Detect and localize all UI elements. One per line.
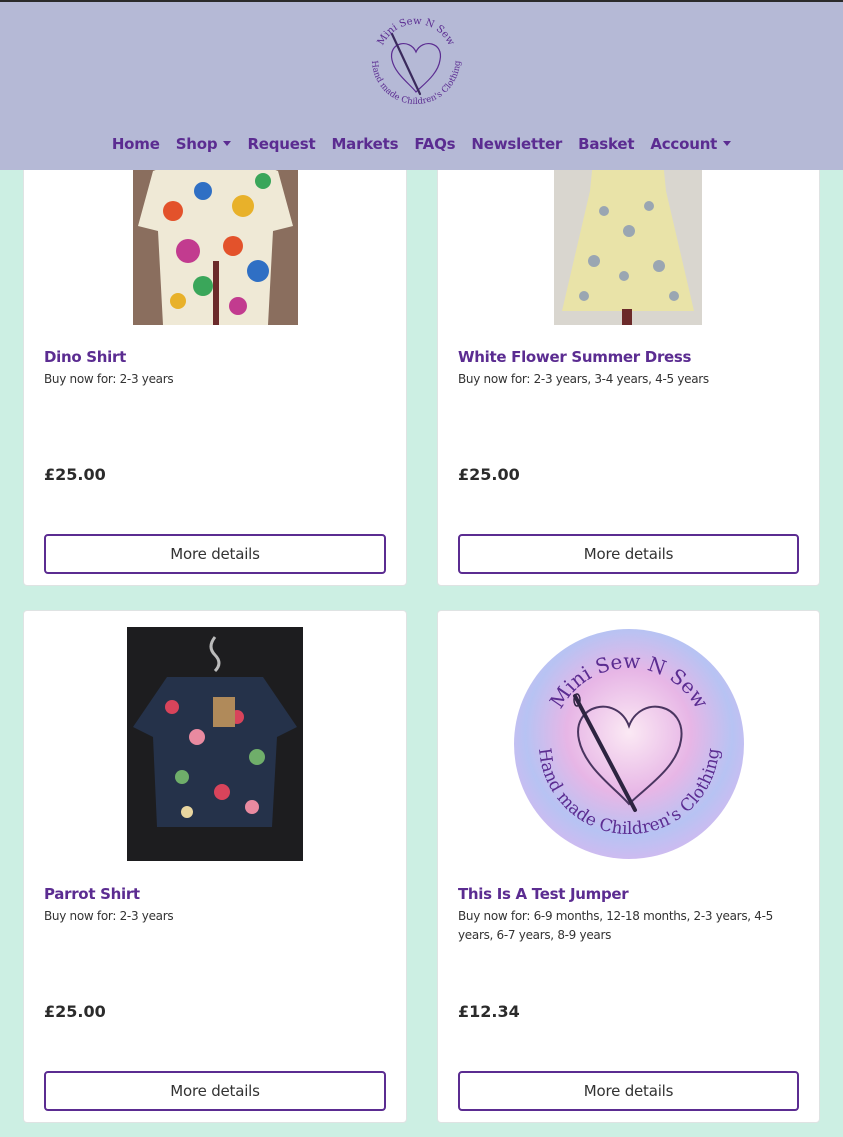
product-price: £25.00	[458, 465, 520, 484]
more-details-button[interactable]: More details	[458, 1071, 799, 1111]
product-title[interactable]: Parrot Shirt	[44, 885, 140, 903]
nav-request[interactable]: Request	[239, 135, 323, 153]
nav-request-label: Request	[247, 135, 316, 153]
nav-basket[interactable]: Basket	[570, 135, 642, 153]
nav-newsletter[interactable]: Newsletter	[463, 135, 570, 153]
main-nav: Home Shop Request Markets FAQs Newslette…	[0, 131, 843, 157]
nav-markets[interactable]: Markets	[323, 135, 406, 153]
header-logo-top-text: Mini Sew N Sew	[376, 16, 457, 48]
caret-down-icon	[723, 141, 732, 146]
more-details-button[interactable]: More details	[44, 1071, 386, 1111]
product-title[interactable]: Dino Shirt	[44, 348, 126, 366]
nav-shop-label: Shop	[175, 135, 218, 153]
product-image-parrot-shirt[interactable]	[127, 627, 303, 861]
nav-markets-label: Markets	[331, 135, 399, 153]
product-card-test-jumper: Mini Sew N Sew Hand made Children's Clot…	[437, 610, 820, 1123]
product-image-dino-shirt[interactable]	[133, 151, 298, 325]
site-header: Mini Sew N Sew Hand made Children's Clot…	[0, 0, 843, 170]
nav-account-label: Account	[650, 135, 718, 153]
product-price: £25.00	[44, 1002, 106, 1021]
nav-account-dropdown[interactable]: Account	[642, 135, 739, 153]
product-image-white-flower-dress[interactable]	[554, 151, 702, 325]
nav-shop-dropdown[interactable]: Shop	[168, 135, 240, 153]
window-top-border	[0, 0, 843, 2]
product-title[interactable]: White Flower Summer Dress	[458, 348, 692, 366]
nav-home[interactable]: Home	[104, 135, 168, 153]
nav-faqs-label: FAQs	[414, 135, 456, 153]
product-price: £25.00	[44, 465, 106, 484]
product-card-parrot-shirt: Parrot Shirt Buy now for: 2-3 years £25.…	[23, 610, 407, 1123]
more-details-button[interactable]: More details	[44, 534, 386, 574]
product-title[interactable]: This Is A Test Jumper	[458, 885, 629, 903]
product-sizes: Buy now for: 2-3 years	[44, 909, 174, 923]
product-sizes: Buy now for: 2-3 years	[44, 372, 174, 386]
product-card-white-flower-summer-dress: White Flower Summer Dress Buy now for: 2…	[437, 150, 820, 586]
more-details-button[interactable]: More details	[458, 534, 799, 574]
svg-text:Mini Sew N Sew: Mini Sew N Sew	[376, 16, 457, 48]
nav-faqs[interactable]: FAQs	[406, 135, 463, 153]
product-card-dino-shirt: Dino Shirt Buy now for: 2-3 years £25.00…	[23, 150, 407, 586]
product-sizes: Buy now for: 2-3 years, 3-4 years, 4-5 y…	[458, 372, 709, 386]
caret-down-icon	[223, 141, 232, 146]
site-logo[interactable]: Mini Sew N Sew Hand made Children's Clot…	[358, 2, 473, 117]
nav-newsletter-label: Newsletter	[471, 135, 563, 153]
nav-home-label: Home	[111, 135, 160, 153]
nav-basket-label: Basket	[578, 135, 635, 153]
product-image-test-jumper[interactable]: Mini Sew N Sew Hand made Children's Clot…	[513, 628, 745, 860]
product-sizes: Buy now for: 6-9 months, 12-18 months, 2…	[458, 909, 773, 942]
product-price: £12.34	[458, 1002, 520, 1021]
